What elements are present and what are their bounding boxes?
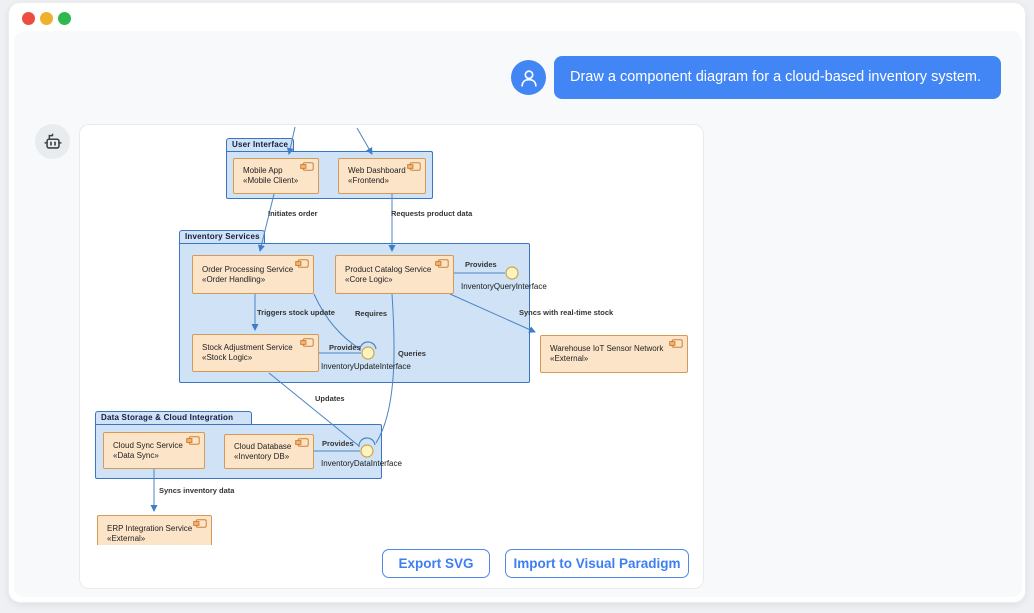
component-stock-adjustment: Stock Adjustment Service «Stock Logic»	[192, 334, 319, 372]
component-cloud-database: Cloud Database «Inventory DB»	[224, 434, 314, 469]
robot-icon	[42, 131, 64, 153]
component-erp-clip: ERP Integration Service «External»	[97, 515, 215, 545]
component-stereotype: «Stock Logic»	[202, 353, 318, 363]
component-icon	[435, 259, 449, 268]
component-name: Warehouse IoT Sensor Network	[550, 344, 687, 354]
component-icon	[669, 339, 683, 348]
maximize-button[interactable]	[58, 12, 71, 25]
edge-label-triggers-stock-update: Triggers stock update	[257, 308, 335, 317]
diagram-card: User Interface Inventory Services Data S…	[79, 124, 704, 589]
component-stereotype: «External»	[107, 534, 211, 544]
import-visual-paradigm-button[interactable]: Import to Visual Paradigm	[505, 549, 689, 578]
window-controls	[22, 12, 71, 25]
edge-label-initiates-order: Initiates order	[268, 209, 318, 218]
component-stereotype: «Mobile Client»	[243, 176, 318, 186]
component-icon	[407, 162, 421, 171]
lollipop-inventory-query-interface	[506, 267, 518, 279]
edge-label-syncs-realtime: Syncs with real-time stock	[519, 308, 613, 317]
interface-name-query: InventoryQueryInterface	[461, 282, 547, 291]
lollipop-inventory-data-interface	[361, 445, 373, 457]
component-product-catalog: Product Catalog Service «Core Logic»	[335, 255, 454, 294]
edge-label-requires: Requires	[355, 309, 387, 318]
component-web-dashboard: Web Dashboard «Frontend»	[338, 158, 426, 194]
component-stereotype: «Data Sync»	[113, 451, 204, 461]
user-avatar	[511, 60, 546, 95]
edge-label-syncs-inventory: Syncs inventory data	[159, 486, 234, 495]
edge-label-queries: Queries	[398, 349, 426, 358]
edge-label-updates: Updates	[315, 394, 345, 403]
component-icon	[295, 259, 309, 268]
component-mobile-app: Mobile App «Mobile Client»	[233, 158, 319, 194]
component-stereotype: «Inventory DB»	[234, 452, 313, 462]
provides-label-data: Provides	[322, 439, 354, 448]
component-icon	[300, 162, 314, 171]
interface-name-data: InventoryDataInterface	[321, 459, 402, 468]
component-stereotype: «External»	[550, 354, 687, 364]
export-svg-button[interactable]: Export SVG	[382, 549, 490, 578]
component-stereotype: «Core Logic»	[345, 275, 453, 285]
component-icon	[193, 519, 207, 528]
component-order-processing: Order Processing Service «Order Handling…	[192, 255, 314, 294]
provides-label-update: Provides	[329, 343, 361, 352]
edge-label-requests-product-data: Requests product data	[391, 209, 472, 218]
component-cloud-sync: Cloud Sync Service «Data Sync»	[103, 432, 205, 469]
component-erp-integration: ERP Integration Service «External»	[97, 515, 212, 545]
interface-name-update: InventoryUpdateInterface	[321, 362, 411, 371]
component-stereotype: «Frontend»	[348, 176, 425, 186]
person-icon	[518, 67, 540, 89]
component-icon	[295, 438, 309, 447]
user-message-bubble: Draw a component diagram for a cloud-bas…	[554, 56, 1001, 99]
close-button[interactable]	[22, 12, 35, 25]
component-warehouse-iot: Warehouse IoT Sensor Network «External»	[540, 335, 688, 373]
component-icon	[300, 338, 314, 347]
component-icon	[186, 436, 200, 445]
minimize-button[interactable]	[40, 12, 53, 25]
assistant-avatar	[35, 124, 70, 159]
provides-label-query: Provides	[465, 260, 497, 269]
lollipop-inventory-update-interface	[362, 347, 374, 359]
component-stereotype: «Order Handling»	[202, 275, 313, 285]
app-window: Draw a component diagram for a cloud-bas…	[8, 2, 1026, 603]
